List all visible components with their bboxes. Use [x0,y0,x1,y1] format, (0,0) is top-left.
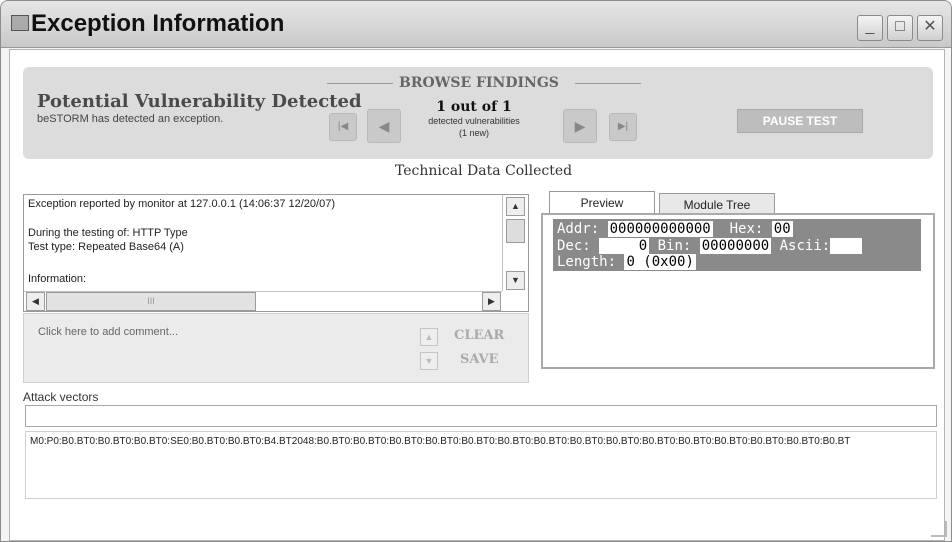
save-button[interactable]: SAVE [460,352,499,367]
preview-panel: Preview Module Tree Addr: 000000000000 H… [541,189,935,369]
finding-count: 1 out of 1 [436,99,512,115]
hex-label: Hex: [729,221,764,237]
title-bar[interactable]: Exception Information _ □ ✕ [1,1,951,48]
browse-divider-left [327,83,393,94]
dec-value: 0 [599,238,650,254]
log-line: Test type: Repeated Base64 (A) [28,241,184,253]
maximize-button[interactable]: □ [887,15,913,41]
resize-grip-icon[interactable] [931,521,947,537]
previous-finding-button[interactable]: ◀ [367,109,401,143]
length-value: 0 (0x00) [624,254,696,270]
next-finding-button[interactable]: ▶ [563,109,597,143]
window-title: Exception Information [31,10,285,37]
minimize-button[interactable]: _ [857,15,883,41]
attack-vectors-label: Attack vectors [23,390,99,404]
hex-row-dec: Dec: 0 Bin: 00000000 Ascii: [557,238,863,254]
last-finding-button[interactable]: ▶| [609,113,637,141]
ascii-label: Ascii: [779,238,831,254]
length-label: Length: [557,254,617,270]
detected-vulnerabilities-text: detected vulnerabilities [428,116,520,126]
first-finding-button[interactable]: |◀ [329,113,357,141]
hex-value: 00 [771,221,793,237]
addr-value: 000000000000 [607,221,713,237]
attack-vector-text: M0:P0:B0.BT0:B0.BT0:B0.BT0:SE0:B0.BT0:B0… [30,436,851,447]
hex-row-length: Length: 0 (0x00) [557,254,696,270]
hex-row-addr: Addr: 000000000000 Hex: 00 [557,221,793,237]
hex-inspector: Addr: 000000000000 Hex: 00 Dec: 0 Bin: 0… [553,219,921,271]
log-horizontal-scrollbar[interactable]: ◀ III ▶ [24,291,502,311]
scroll-up-icon[interactable]: ▲ [506,197,525,216]
findings-banner: Potential Vulnerability Detected beSTORM… [23,67,933,159]
banner-subtitle: beSTORM has detected an exception. [37,113,224,125]
comment-down-icon[interactable]: ▼ [420,352,438,370]
technical-data-heading: Technical Data Collected [395,163,573,179]
browse-findings-heading: BROWSE FINDINGS [399,75,559,91]
addr-label: Addr: [557,221,600,237]
banner-title: Potential Vulnerability Detected [37,91,362,112]
log-line: Exception reported by monitor at 127.0.0… [28,198,335,210]
comment-box[interactable]: Click here to add comment... ▲ ▼ CLEAR S… [23,313,529,383]
new-count-text: (1 new) [458,128,489,138]
attack-vector-input[interactable] [25,405,937,427]
scroll-right-icon[interactable]: ▶ [482,292,501,311]
exception-window: Exception Information _ □ ✕ Potential Vu… [0,0,952,542]
preview-box: Addr: 000000000000 Hex: 00 Dec: 0 Bin: 0… [541,213,935,369]
browse-divider-right [575,83,641,94]
bin-value: 00000000 [699,238,772,254]
log-line: During the testing of: HTTP Type [28,227,188,239]
pause-test-button[interactable]: PAUSE TEST [737,109,863,133]
log-vertical-scrollbar[interactable]: ▲ ▼ [502,195,528,291]
comment-placeholder[interactable]: Click here to add comment... [38,326,178,338]
finding-count-subtitle: detected vulnerabilities (1 new) [419,115,529,139]
tab-preview[interactable]: Preview [549,191,655,214]
comment-up-icon[interactable]: ▲ [420,328,438,346]
horizontal-scroll-thumb[interactable]: III [46,292,256,311]
scroll-left-icon[interactable]: ◀ [26,292,45,311]
bin-label: Bin: [657,238,692,254]
vertical-scroll-thumb[interactable] [506,219,525,243]
log-line: Information: [28,273,87,285]
app-icon [11,15,29,31]
exception-log[interactable]: Exception reported by monitor at 127.0.0… [23,194,529,312]
clear-button[interactable]: CLEAR [454,328,504,343]
ascii-value [830,238,863,254]
close-button[interactable]: ✕ [917,15,943,41]
scroll-down-icon[interactable]: ▼ [506,271,525,290]
dec-label: Dec: [557,238,591,254]
attack-vector-list[interactable]: M0:P0:B0.BT0:B0.BT0:B0.BT0:SE0:B0.BT0:B0… [25,431,937,499]
